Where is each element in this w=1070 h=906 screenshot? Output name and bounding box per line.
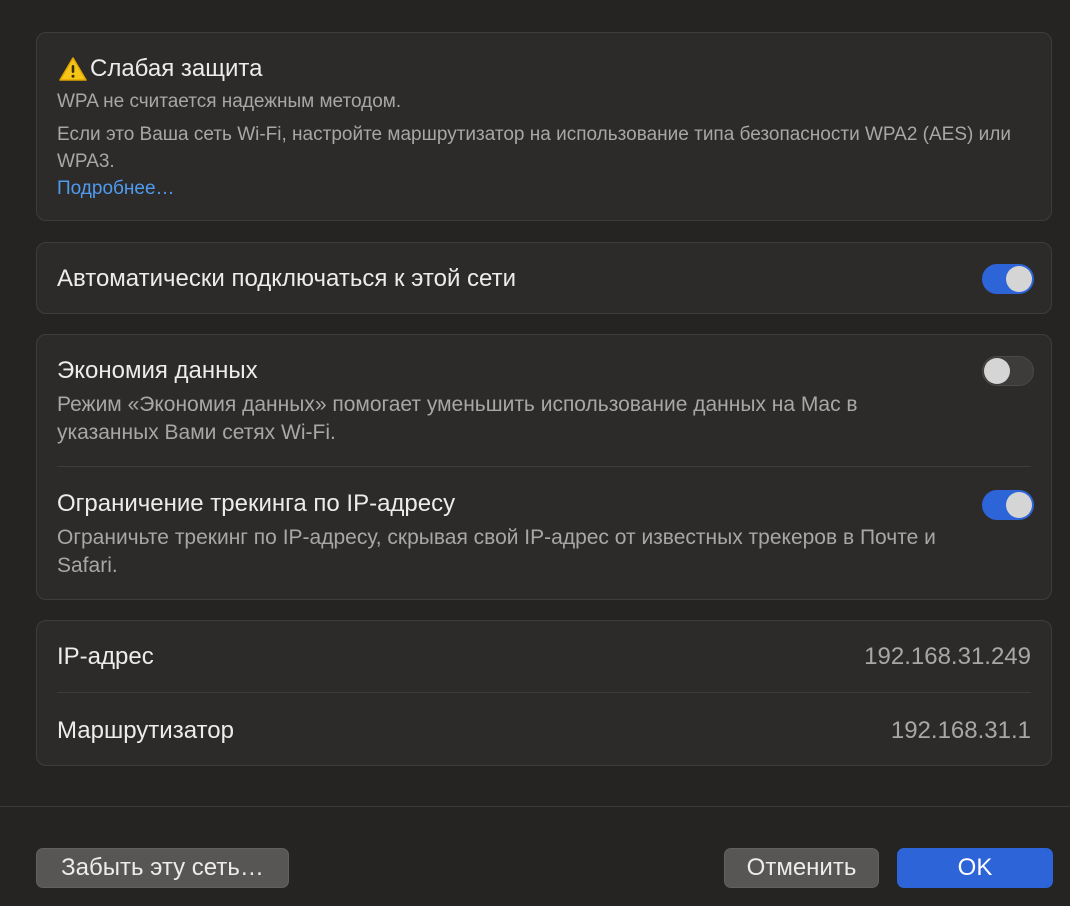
low-data-mode-description: Режим «Экономия данных» помогает уменьши… [57, 393, 858, 444]
toggle-knob [1006, 266, 1032, 292]
ip-address-label: IP-адрес [57, 643, 154, 670]
auto-join-label: Автоматически подключаться к этой сети [57, 265, 516, 292]
ip-tracking-description: Ограничьте трекинг по IP-адресу, скрывая… [57, 526, 936, 577]
warning-message: WPA не считается надежным методом. [57, 91, 402, 112]
ip-tracking-label: Ограничение трекинга по IP-адресу [57, 490, 456, 517]
ok-button[interactable]: OK [897, 848, 1053, 888]
forget-network-button[interactable]: Забыть эту сеть… [36, 848, 289, 888]
footer-divider [0, 806, 1070, 807]
divider [57, 466, 1031, 467]
divider [57, 692, 1031, 693]
privacy-options-group: Экономия данных Режим «Экономия данных» … [36, 334, 1052, 600]
network-info-group: IP-адрес 192.168.31.249 Маршрутизатор 19… [36, 620, 1052, 766]
warning-triangle-icon [59, 57, 87, 81]
ip-tracking-toggle[interactable] [982, 490, 1034, 520]
auto-join-group: Автоматически подключаться к этой сети [36, 242, 1052, 314]
low-data-mode-label: Экономия данных [57, 357, 258, 384]
wifi-network-details-sheet: Слабая защита WPA не считается надежным … [0, 0, 1070, 906]
ip-address-value: 192.168.31.249 [864, 643, 1031, 670]
warning-title-row: Слабая защита [58, 55, 262, 83]
router-label: Маршрутизатор [57, 717, 234, 744]
auto-join-toggle[interactable] [982, 264, 1034, 294]
cancel-button[interactable]: Отменить [724, 848, 879, 888]
router-value: 192.168.31.1 [890, 717, 1031, 744]
toggle-knob [984, 358, 1010, 384]
learn-more-link[interactable]: Подробнее… [57, 178, 175, 200]
security-warning-group: Слабая защита WPA не считается надежным … [36, 32, 1052, 221]
warning-title: Слабая защита [90, 55, 263, 82]
low-data-mode-toggle[interactable] [982, 356, 1034, 386]
warning-advice: Если это Ваша сеть Wi-Fi, настройте марш… [57, 124, 1011, 172]
toggle-knob [1006, 492, 1032, 518]
